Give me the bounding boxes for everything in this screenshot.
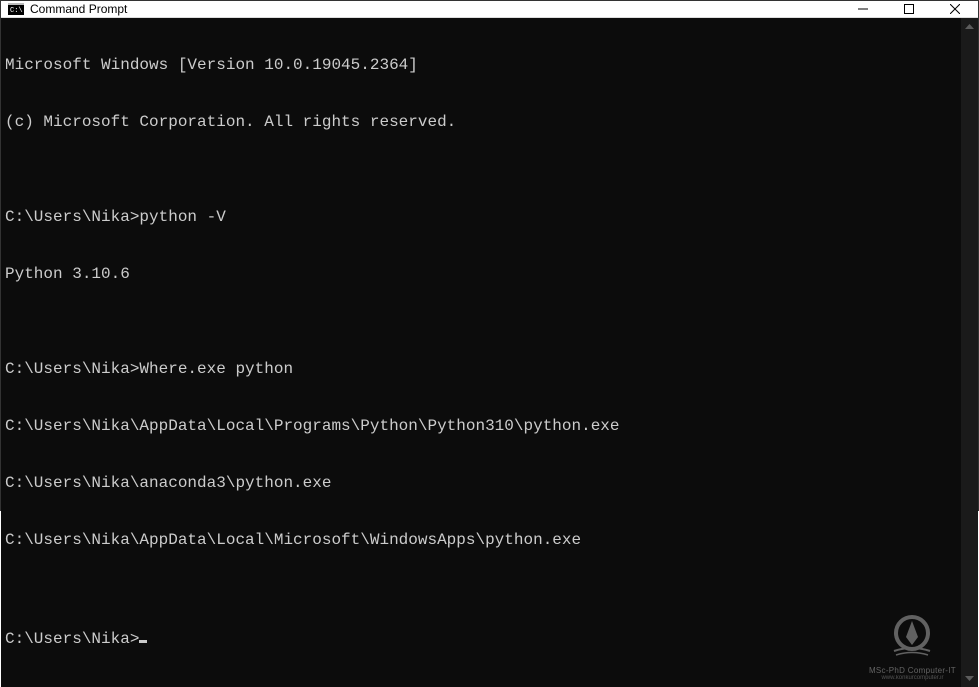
terminal-line: C:\Users\Nika\anaconda3\python.exe (5, 474, 957, 493)
scroll-track[interactable] (961, 35, 978, 670)
watermark: MSc-PhD Computer-IT www.konkurcomputer.i… (869, 615, 956, 681)
command-prompt-window: C:\ Command Prompt Microsoft Windows [Ve… (1, 1, 978, 510)
terminal-line: C:\Users\Nika>python -V (5, 208, 957, 227)
watermark-url: www.konkurcomputer.ir (869, 675, 956, 681)
terminal-line: C:\Users\Nika\AppData\Local\Programs\Pyt… (5, 417, 957, 436)
cursor (139, 640, 147, 643)
close-button[interactable] (932, 1, 978, 17)
current-prompt: C:\Users\Nika> (5, 630, 139, 648)
scroll-up-button[interactable] (961, 18, 978, 35)
terminal-line: (c) Microsoft Corporation. All rights re… (5, 113, 957, 132)
terminal-area: Microsoft Windows [Version 10.0.19045.23… (1, 18, 978, 687)
scroll-down-button[interactable] (961, 670, 978, 687)
terminal-line: Microsoft Windows [Version 10.0.19045.23… (5, 56, 957, 75)
watermark-text: MSc-PhD Computer-IT (869, 666, 956, 675)
watermark-logo-icon (884, 615, 940, 659)
terminal-line: Python 3.10.6 (5, 265, 957, 284)
window-controls (840, 1, 978, 17)
minimize-button[interactable] (840, 1, 886, 17)
current-prompt-line: C:\Users\Nika> (5, 626, 957, 649)
window-title: Command Prompt (30, 2, 840, 16)
terminal-line: C:\Users\Nika\AppData\Local\Microsoft\Wi… (5, 531, 957, 550)
vertical-scrollbar[interactable] (961, 18, 978, 687)
maximize-button[interactable] (886, 1, 932, 17)
terminal-line: C:\Users\Nika>Where.exe python (5, 360, 957, 379)
terminal-output[interactable]: Microsoft Windows [Version 10.0.19045.23… (1, 18, 961, 687)
titlebar[interactable]: C:\ Command Prompt (1, 1, 978, 18)
cmd-icon: C:\ (8, 1, 24, 17)
svg-text:C:\: C:\ (10, 7, 23, 15)
